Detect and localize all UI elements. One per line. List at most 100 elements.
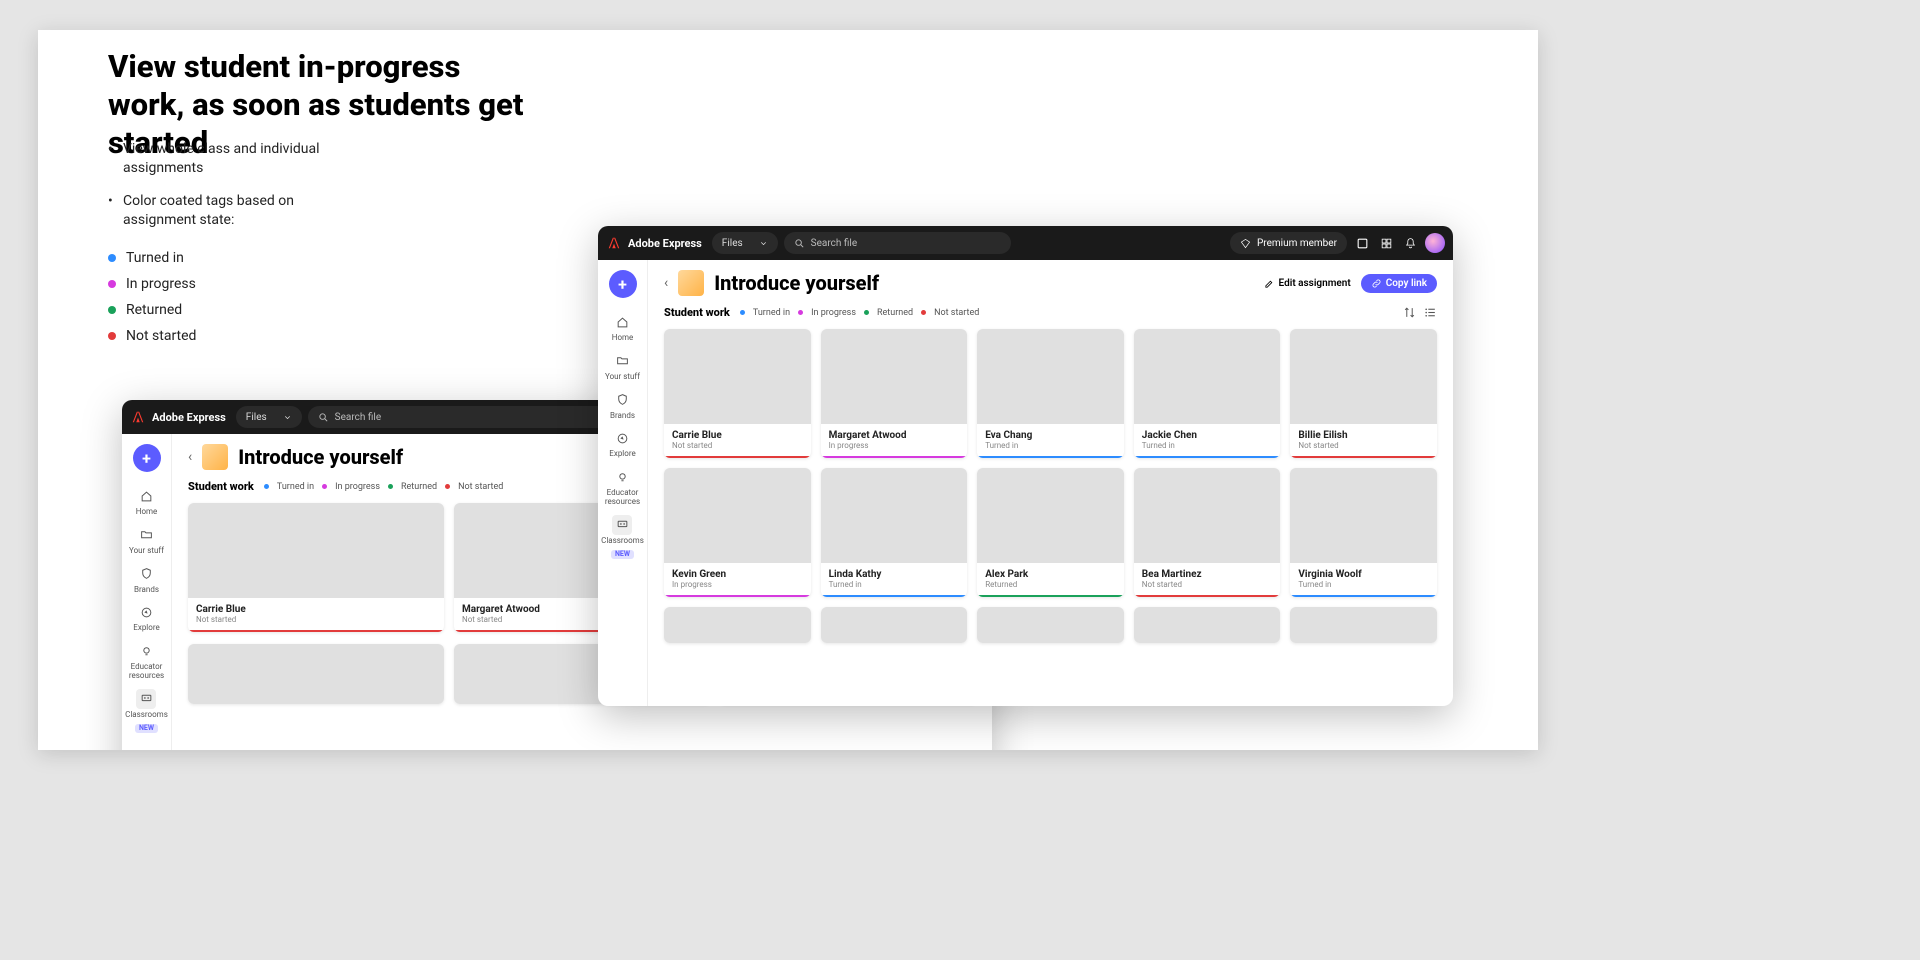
status-dot-icon	[108, 280, 116, 288]
sort-icon[interactable]	[1403, 306, 1416, 319]
status-dot-icon	[740, 310, 745, 315]
student-card[interactable]: Kevin Green In progress	[664, 468, 811, 597]
back-button[interactable]: ‹	[188, 449, 192, 465]
student-status: Returned	[985, 580, 1116, 589]
student-card[interactable]: Margaret Atwood In progress	[821, 329, 968, 458]
student-card[interactable]: Bea Martinez Not started	[1134, 468, 1281, 597]
sidebar-item-educator-resources[interactable]: Educator resources	[122, 641, 171, 681]
sidebar-item-brands[interactable]: Brands	[610, 390, 635, 421]
sidebar-label: Home	[612, 334, 634, 343]
comment-icon[interactable]	[1353, 234, 1371, 252]
card-meta: Kevin Green In progress	[664, 563, 811, 595]
card-meta: Billie Eilish Not started	[1290, 424, 1437, 456]
sidebar-icon	[136, 689, 156, 709]
status-bar	[977, 456, 1124, 458]
status-legend: Turned inIn progressReturnedNot started	[740, 308, 979, 318]
status-bar	[664, 595, 811, 597]
status-bar	[1290, 456, 1437, 458]
sidebar-item-classrooms[interactable]: Classrooms NEW	[125, 689, 168, 733]
new-button[interactable]: +	[133, 444, 161, 472]
card-thumbnail	[664, 329, 811, 424]
app-body: + Home Your stuff Brands Explore Educato…	[598, 260, 1453, 706]
list-view-icon[interactable]	[1424, 306, 1437, 319]
student-card[interactable]: Virginia Woolf Turned in	[1290, 468, 1437, 597]
student-name: Virginia Woolf	[1298, 569, 1429, 580]
sidebar-item-brands[interactable]: Brands	[134, 564, 159, 595]
status-legend-label: Turned in	[753, 308, 790, 318]
sidebar-label: Home	[136, 508, 158, 517]
legend-row: Turned in	[108, 250, 328, 266]
status-dot-icon	[108, 254, 116, 262]
card-thumbnail	[821, 607, 968, 643]
student-card[interactable]: Billie Eilish Not started	[1290, 329, 1437, 458]
status-dot-icon	[388, 484, 393, 489]
search-input[interactable]: Search file	[784, 232, 1011, 254]
avatar[interactable]	[1425, 233, 1445, 253]
sidebar-icon	[136, 564, 156, 584]
student-status: Turned in	[1142, 441, 1273, 450]
legend-label: Turned in	[126, 250, 184, 266]
new-badge: NEW	[135, 724, 158, 734]
student-card[interactable]: Eva Chang Turned in	[977, 329, 1124, 458]
sidebar: + Home Your stuff Brands Explore Educato…	[122, 434, 172, 750]
status-bar	[664, 456, 811, 458]
sidebar-item-home[interactable]: Home	[612, 312, 634, 343]
student-card[interactable]: Carrie Blue Not started	[188, 503, 444, 632]
student-card[interactable]	[1290, 607, 1437, 643]
new-button[interactable]: +	[609, 270, 637, 298]
student-card[interactable]: Linda Kathy Turned in	[821, 468, 968, 597]
student-status: Turned in	[985, 441, 1116, 450]
student-status: Turned in	[829, 580, 960, 589]
status-legend-label: Not started	[458, 482, 503, 492]
student-card[interactable]	[821, 607, 968, 643]
sidebar-item-your-stuff[interactable]: Your stuff	[605, 351, 640, 382]
card-thumbnail	[821, 468, 968, 563]
status-dot-icon	[864, 310, 869, 315]
edit-assignment-button[interactable]: Edit assignment	[1264, 278, 1351, 289]
card-meta: Carrie Blue Not started	[664, 424, 811, 456]
status-dot-icon	[921, 310, 926, 315]
student-work-row: Student work Turned inIn progressReturne…	[664, 306, 1437, 319]
sidebar-item-educator-resources[interactable]: Educator resources	[598, 467, 647, 507]
sidebar-label: Brands	[610, 412, 635, 421]
card-thumbnail	[1290, 468, 1437, 563]
student-card[interactable]	[664, 607, 811, 643]
sidebar-label: Brands	[134, 586, 159, 595]
sidebar-icon	[137, 602, 157, 622]
card-meta: Margaret Atwood In progress	[821, 424, 968, 456]
sidebar-item-your-stuff[interactable]: Your stuff	[129, 525, 164, 556]
edit-label: Edit assignment	[1279, 278, 1351, 289]
back-button[interactable]: ‹	[664, 275, 668, 291]
apps-icon[interactable]	[1377, 234, 1395, 252]
sidebar-icon	[612, 390, 632, 410]
student-card[interactable]	[188, 644, 444, 704]
sidebar-item-classrooms[interactable]: Classrooms NEW	[601, 515, 644, 559]
status-bar	[1290, 595, 1437, 597]
sidebar-item-explore[interactable]: Explore	[133, 602, 159, 633]
student-status: Turned in	[1298, 580, 1429, 589]
card-thumbnail	[1290, 607, 1437, 643]
card-thumbnail	[977, 468, 1124, 563]
student-name: Linda Kathy	[829, 569, 960, 580]
student-name: Jackie Chen	[1142, 430, 1273, 441]
files-dropdown[interactable]: Files	[236, 406, 302, 428]
sidebar-item-explore[interactable]: Explore	[609, 428, 635, 459]
student-card[interactable]: Alex Park Returned	[977, 468, 1124, 597]
status-legend: Turned inIn progressReturnedNot started	[264, 482, 503, 492]
status-bar	[821, 595, 968, 597]
sidebar-item-home[interactable]: Home	[136, 486, 158, 517]
student-card[interactable]: Carrie Blue Not started	[664, 329, 811, 458]
legend-row: In progress	[108, 276, 328, 292]
assignment-title: Introduce yourself	[714, 271, 879, 295]
premium-pill[interactable]: Premium member	[1230, 232, 1347, 254]
card-thumbnail	[821, 329, 968, 424]
copy-link-button[interactable]: Copy link	[1361, 274, 1437, 293]
student-card[interactable]	[977, 607, 1124, 643]
student-card[interactable]: Jackie Chen Turned in	[1134, 329, 1281, 458]
brand-name: Adobe Express	[628, 237, 702, 250]
status-dot-icon	[108, 332, 116, 340]
bell-icon[interactable]	[1401, 234, 1419, 252]
student-card[interactable]	[1134, 607, 1281, 643]
files-dropdown[interactable]: Files	[712, 232, 778, 254]
app-window-front: Adobe Express Files Search file Premium …	[598, 226, 1453, 706]
